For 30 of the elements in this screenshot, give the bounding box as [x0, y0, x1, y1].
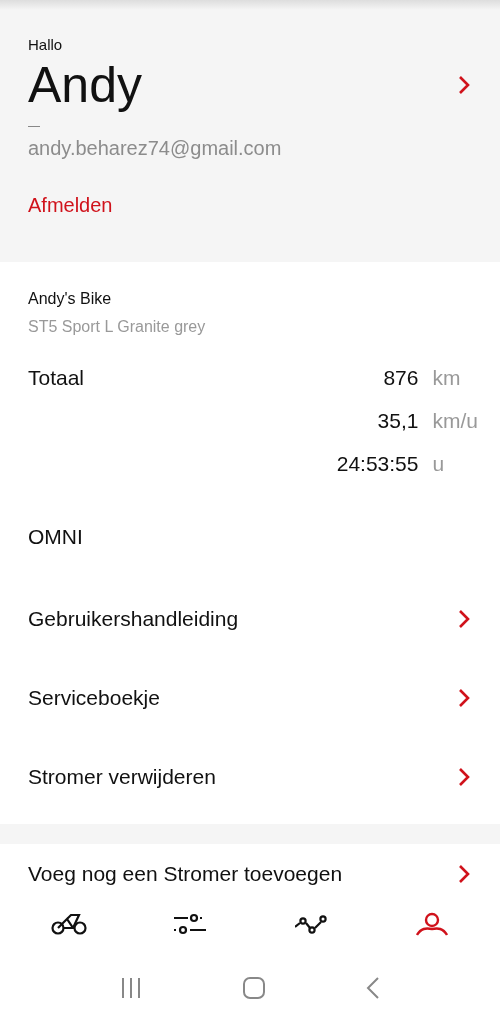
- stat-value: 876: [383, 366, 419, 390]
- stat-value: 24:53:55: [336, 452, 419, 476]
- sliders-icon[interactable]: [173, 913, 206, 935]
- home-icon[interactable]: [242, 976, 266, 1000]
- chevron-right-icon: [458, 608, 470, 629]
- chevron-right-icon: [458, 766, 470, 787]
- route-icon[interactable]: [294, 914, 327, 934]
- email-text: andy.beharez74@gmail.com: [28, 137, 283, 160]
- menu-item[interactable]: Stromer verwijderen: [0, 737, 500, 816]
- back-icon[interactable]: [366, 976, 380, 1000]
- stat-unit: u: [432, 452, 445, 476]
- chevron-right-icon: [458, 864, 470, 884]
- chevron-right-icon[interactable]: [458, 75, 470, 95]
- menu-item[interactable]: Serviceboekje: [0, 658, 500, 737]
- greeting-text: Hallo: [28, 36, 64, 53]
- menu-item[interactable]: Voeg nog een Stromer toevoegen: [0, 844, 500, 886]
- menu-item[interactable]: Gebruikershandleiding: [0, 579, 500, 658]
- bicycle-icon[interactable]: [50, 913, 87, 935]
- user-name: Andy: [28, 57, 142, 113]
- stat-unit: km/u: [432, 409, 478, 433]
- stat-value: 35,1: [377, 409, 419, 433]
- logout-link[interactable]: Afmelden: [28, 194, 113, 217]
- section-title: OMNI: [28, 525, 83, 549]
- stat-unit: km: [432, 366, 461, 390]
- recent-apps-icon[interactable]: [120, 977, 142, 999]
- bike-name: Andy's Bike: [28, 290, 113, 308]
- chevron-right-icon: [458, 687, 470, 708]
- profile-icon[interactable]: [415, 912, 448, 936]
- totals-label: Totaal: [28, 366, 85, 391]
- bike-model: ST5 Sport L Granite grey: [28, 318, 207, 336]
